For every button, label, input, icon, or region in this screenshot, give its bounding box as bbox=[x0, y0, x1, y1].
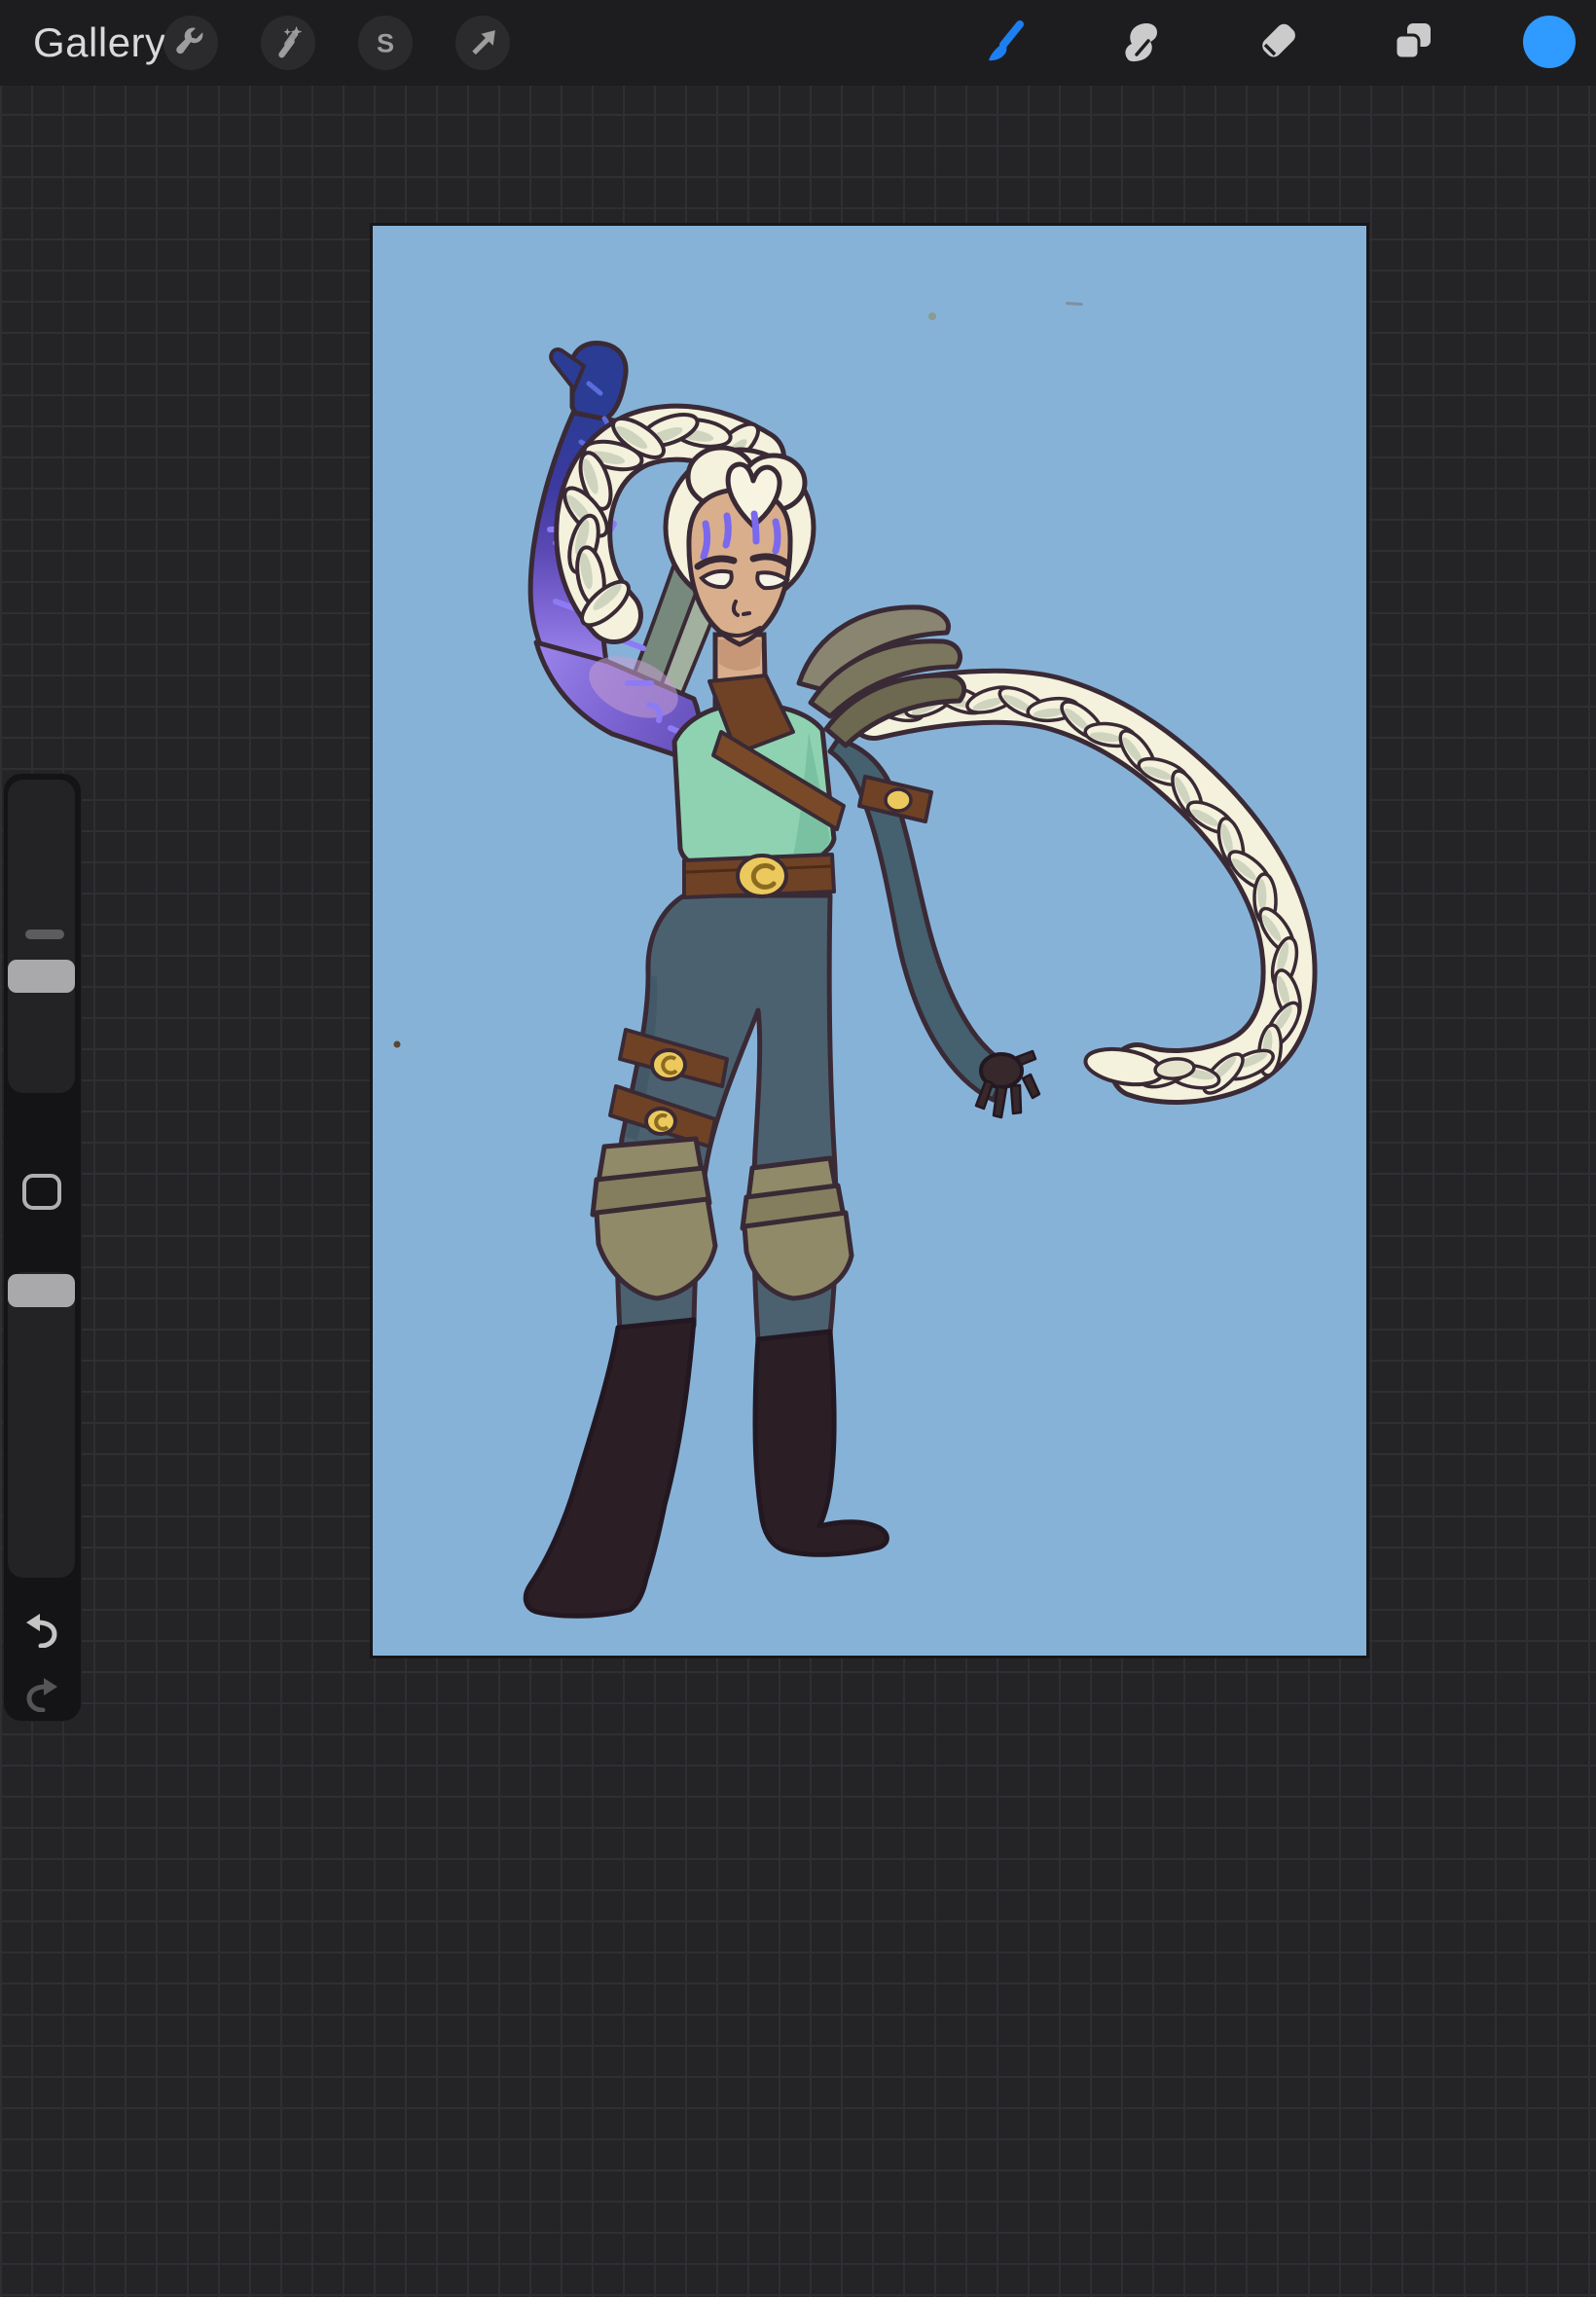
s-curve-icon: S bbox=[366, 23, 405, 62]
undo-button[interactable] bbox=[22, 1609, 61, 1648]
smudge-finger-icon bbox=[1113, 14, 1168, 68]
artwork-belt bbox=[684, 855, 834, 897]
undo-icon bbox=[22, 1609, 61, 1648]
arrow-icon bbox=[463, 23, 502, 62]
layers-button[interactable] bbox=[1386, 15, 1440, 69]
brush-icon bbox=[977, 15, 1032, 69]
top-toolbar: Gallery S bbox=[0, 0, 1596, 86]
gallery-button[interactable]: Gallery bbox=[33, 0, 166, 86]
slider-tick bbox=[25, 930, 64, 939]
wrench-icon bbox=[171, 23, 210, 62]
smudge-tool-button[interactable] bbox=[1113, 14, 1168, 68]
actions-button[interactable] bbox=[163, 16, 218, 70]
color-swatch[interactable] bbox=[1523, 16, 1576, 68]
adjustments-button[interactable] bbox=[261, 16, 315, 70]
artwork-svg bbox=[373, 226, 1366, 1656]
app-screen: Gallery S bbox=[0, 0, 1596, 2297]
eraser-icon bbox=[1251, 14, 1305, 68]
svg-text:S: S bbox=[377, 27, 394, 57]
magic-wand-icon bbox=[269, 23, 308, 62]
redo-icon bbox=[22, 1673, 61, 1712]
canvas-background bbox=[373, 226, 1366, 1656]
brush-size-handle[interactable] bbox=[8, 960, 75, 993]
sidebar-panel bbox=[4, 774, 81, 1721]
layers-icon bbox=[1386, 15, 1440, 69]
selection-button[interactable]: S bbox=[358, 16, 413, 70]
brush-size-slider[interactable] bbox=[8, 780, 75, 1093]
transform-button[interactable] bbox=[455, 16, 510, 70]
brush-tool-button[interactable] bbox=[977, 15, 1032, 69]
redo-button[interactable] bbox=[22, 1673, 61, 1712]
opacity-handle[interactable] bbox=[8, 1274, 75, 1307]
opacity-slider[interactable] bbox=[8, 1272, 75, 1578]
erase-tool-button[interactable] bbox=[1251, 14, 1305, 68]
drawing-canvas[interactable] bbox=[373, 226, 1366, 1656]
modify-button[interactable] bbox=[22, 1174, 61, 1210]
